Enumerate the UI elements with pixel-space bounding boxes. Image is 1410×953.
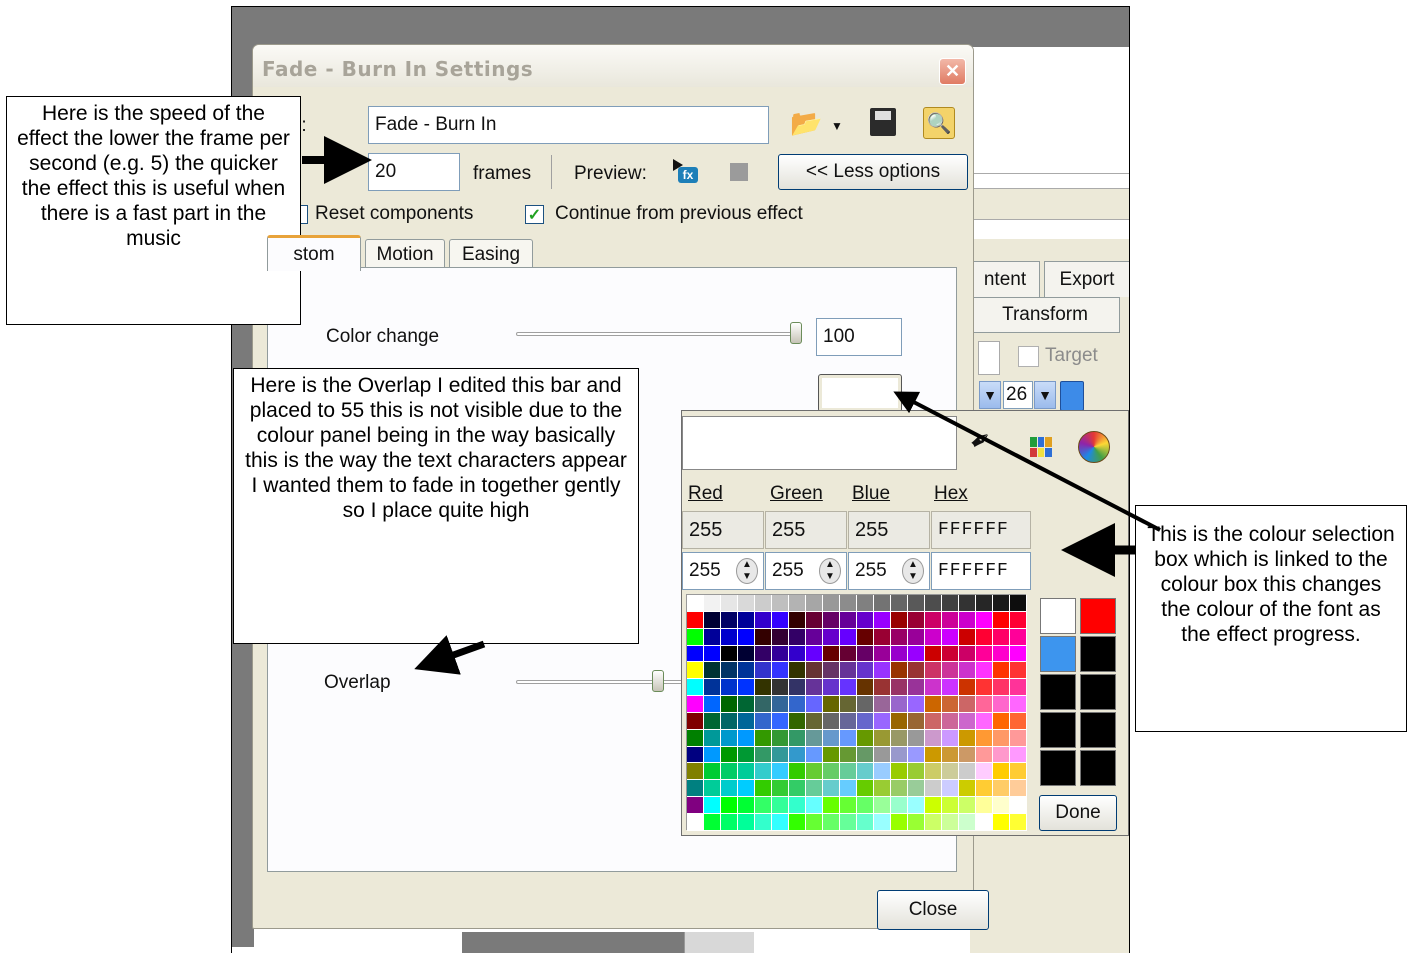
annotation-arrows — [302, 136, 1161, 675]
arrow-color-box — [893, 391, 1161, 532]
arrow-overlap — [414, 635, 486, 675]
tab-custom-label: stom — [293, 243, 335, 265]
tab-custom[interactable]: stom — [267, 235, 361, 271]
